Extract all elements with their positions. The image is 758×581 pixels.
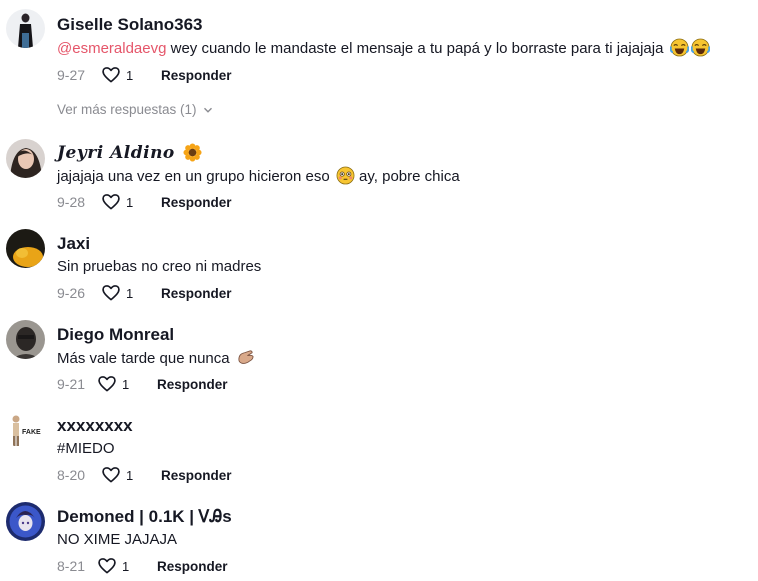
comment-text: @esmeraldaevg wey cuando le mandaste el …	[57, 38, 710, 59]
heart-icon	[98, 558, 116, 574]
reply-button[interactable]: Responder	[157, 377, 228, 392]
avatar[interactable]	[6, 9, 45, 48]
laughing-crying-emoji	[669, 38, 689, 57]
avatar[interactable]	[6, 502, 45, 541]
comment-date: 9-21	[57, 376, 86, 392]
like-count: 1	[126, 194, 134, 210]
heart-icon	[102, 285, 120, 301]
username[interactable]: Diego Monreal	[57, 325, 174, 345]
comment-date: 8-21	[57, 558, 86, 574]
like-count: 1	[126, 285, 134, 301]
username[interactable]: Jeyri Aldino	[57, 143, 202, 163]
username-text: Jeyri Aldino	[57, 143, 175, 163]
view-more-replies[interactable]: Ver más respuestas (1)	[57, 102, 215, 117]
avatar[interactable]	[6, 229, 45, 268]
comment-body-end: ay, pobre chica	[354, 168, 460, 185]
like-button[interactable]: 1	[97, 556, 157, 576]
comment-text: NO XIME JAJAJA	[57, 531, 178, 548]
comment-date: 9-27	[57, 67, 86, 83]
comment-meta: 8-20 1 Responder	[57, 465, 232, 485]
like-button[interactable]: 1	[97, 374, 157, 394]
reply-button[interactable]: Responder	[161, 195, 232, 210]
view-more-label: Ver más respuestas (1)	[57, 102, 197, 117]
reply-button[interactable]: Responder	[161, 68, 232, 83]
comment-body: Más vale tarde que nunca	[57, 350, 230, 367]
comment-date: 8-20	[57, 467, 86, 483]
like-count: 1	[126, 67, 134, 83]
avatar[interactable]	[6, 139, 45, 178]
comment-meta: 8-21 1 Responder	[57, 556, 228, 576]
like-button[interactable]: 1	[101, 192, 161, 212]
avatar-label: FAKE	[22, 429, 41, 436]
comment-meta: 9-28 1 Responder	[57, 192, 232, 212]
username[interactable]: Giselle Solano363	[57, 15, 203, 35]
comment-date: 9-28	[57, 194, 86, 210]
heart-icon	[102, 194, 120, 210]
flushed-face-emoji	[336, 166, 355, 185]
comment-meta: 9-21 1 Responder	[57, 374, 228, 394]
avatar-image	[6, 9, 45, 48]
reply-button[interactable]: Responder	[161, 468, 232, 483]
comment-body: jajajaja una vez en un grupo hicieron es…	[57, 168, 330, 185]
avatar-image	[6, 502, 45, 541]
heart-icon	[102, 467, 120, 483]
avatar-image	[6, 229, 45, 268]
sunflower-emoji	[183, 143, 202, 162]
comment-meta: 9-26 1 Responder	[57, 283, 232, 303]
comment-meta: 9-27 1 Responder	[57, 65, 232, 85]
avatar-image	[6, 320, 45, 359]
reply-button[interactable]: Responder	[161, 286, 232, 301]
username[interactable]: Jaxi	[57, 234, 90, 254]
laughing-crying-emoji	[690, 38, 710, 57]
heart-icon	[98, 376, 116, 392]
like-count: 1	[122, 376, 130, 392]
like-button[interactable]: 1	[101, 465, 161, 485]
like-button[interactable]: 1	[101, 283, 161, 303]
like-button[interactable]: 1	[101, 65, 161, 85]
comment-text: jajajaja una vez en un grupo hicieron es…	[57, 166, 460, 187]
username[interactable]: xxxxxxxx	[57, 416, 133, 436]
pinching-hand-emoji	[238, 350, 254, 364]
reply-button[interactable]: Responder	[157, 559, 228, 574]
comment-text: Más vale tarde que nunca	[57, 348, 255, 369]
mention-link[interactable]: @esmeraldaevg	[57, 40, 166, 57]
username[interactable]: Demoned | 0.1K | ᏙᎯs	[57, 507, 232, 527]
avatar-image	[6, 139, 45, 178]
comment-text: Sin pruebas no creo ni madres	[57, 258, 262, 275]
comment-text: #MIEDO	[57, 440, 115, 457]
avatar-image: FAKE	[6, 411, 45, 450]
like-count: 1	[122, 558, 130, 574]
avatar[interactable]	[6, 320, 45, 359]
comment-date: 9-26	[57, 285, 86, 301]
avatar[interactable]: FAKE	[6, 411, 45, 450]
like-count: 1	[126, 467, 134, 483]
chevron-down-icon	[203, 107, 212, 113]
heart-icon	[102, 67, 120, 83]
comment-body: wey cuando le mandaste el mensaje a tu p…	[166, 40, 664, 57]
